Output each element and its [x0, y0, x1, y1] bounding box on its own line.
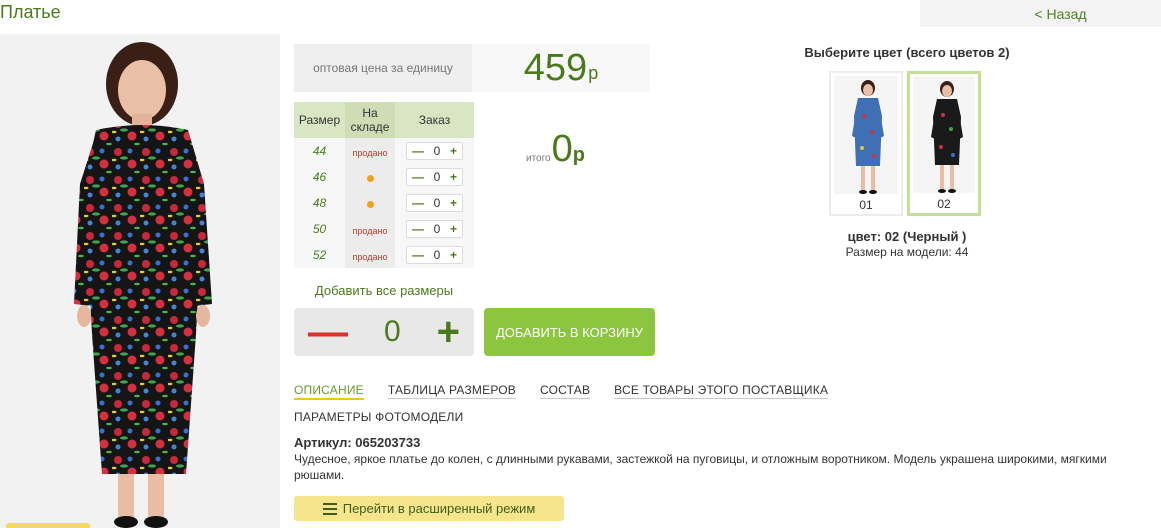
in-stock-dot-icon [366, 174, 374, 182]
tab-composition[interactable]: СОСТАВ [540, 383, 591, 399]
photo-badge [6, 523, 90, 528]
size-qty-minus-button[interactable]: — [412, 196, 424, 210]
sizes-table: Размер На складе Заказ 44 продано — 0 +46 — 0 +… [294, 102, 474, 268]
list-icon [322, 502, 337, 515]
size-row: 52 продано — 0 + [294, 242, 474, 268]
stock-status-sold: продано [345, 242, 395, 268]
stock-status-sold: продано [345, 138, 395, 164]
order-total: итого 0 р [526, 128, 585, 171]
order-cell: — 0 + [395, 242, 474, 268]
size-qty-value[interactable]: 0 [434, 222, 441, 236]
quantity-stepper: — 0 + [294, 308, 474, 356]
sold-label: продано [352, 251, 388, 262]
size-qty-minus-button[interactable]: — [412, 222, 424, 236]
add-to-cart-button[interactable]: ДОБАВИТЬ В КОРЗИНУ [484, 308, 655, 356]
size-qty-stepper: — 0 + [406, 168, 463, 186]
quantity-value[interactable]: 0 [384, 315, 401, 349]
colors-title: Выберите цвет (всего цветов 2) [804, 45, 1010, 60]
size-qty-value[interactable]: 0 [434, 248, 441, 262]
size-qty-minus-button[interactable]: — [412, 170, 424, 184]
sold-label: продано [352, 225, 388, 236]
color-swatch-01[interactable]: 01 [829, 71, 903, 216]
product-tabs: ОПИСАНИЕ ТАБЛИЦА РАЗМЕРОВ СОСТАВ ВСЕ ТОВ… [294, 378, 894, 430]
size-value: 52 [294, 242, 345, 268]
total-currency: р [572, 144, 585, 166]
article-number: Артикул: 065203733 [294, 435, 421, 450]
size-qty-plus-button[interactable]: + [450, 222, 457, 236]
size-qty-stepper: — 0 + [406, 142, 463, 160]
tabs-row-1: ОПИСАНИЕ ТАБЛИЦА РАЗМЕРОВ СОСТАВ ВСЕ ТОВ… [294, 378, 894, 404]
quantity-plus-button[interactable]: + [437, 312, 460, 352]
size-qty-value[interactable]: 0 [434, 196, 441, 210]
product-description: Чудесное, яркое платье до колен, с длинн… [294, 452, 1107, 482]
total-label: итого [526, 153, 551, 164]
back-link[interactable]: < Назад [920, 0, 1161, 27]
color-swatch-02[interactable]: 02 [907, 71, 981, 216]
size-row: 50 продано — 0 + [294, 216, 474, 242]
add-all-sizes-link[interactable]: Добавить все размеры [294, 283, 474, 298]
size-qty-stepper: — 0 + [406, 246, 463, 264]
product-photo[interactable] [0, 34, 280, 528]
price-label: оптовая цена за единицу [294, 44, 472, 92]
swatch-image-02 [913, 77, 975, 193]
tab-all-supplier-items[interactable]: ВСЕ ТОВАРЫ ЭТОГО ПОСТАВЩИКА [614, 383, 829, 399]
model-size: Размер на модели: 44 [845, 245, 969, 259]
header-size: Размер [294, 102, 345, 138]
size-qty-plus-button[interactable]: + [450, 248, 457, 262]
in-stock-dot-icon [366, 200, 374, 208]
selected-color-name: цвет: 02 (Черный ) [847, 229, 967, 244]
swatch-label-02: 02 [937, 197, 951, 211]
extended-mode-button[interactable]: Перейти в расширенный режим [294, 496, 564, 521]
sold-label: продано [352, 147, 388, 158]
header-order: Заказ [395, 102, 474, 138]
stock-status-available [345, 190, 395, 216]
header-stock: На складе [345, 102, 395, 138]
page-title: Платье [0, 2, 61, 22]
size-qty-plus-button[interactable]: + [450, 170, 457, 184]
swatch-label-01: 01 [859, 198, 873, 212]
order-cell: — 0 + [395, 216, 474, 242]
size-value: 48 [294, 190, 345, 216]
swatch-image-01 [834, 76, 898, 194]
stock-status-sold: продано [345, 216, 395, 242]
size-row: 44 продано — 0 + [294, 138, 474, 164]
size-value: 50 [294, 216, 345, 242]
stock-status-available [345, 164, 395, 190]
tab-model-params[interactable]: ПАРАМЕТРЫ ФОТОМОДЕЛИ [294, 410, 463, 425]
size-qty-stepper: — 0 + [406, 220, 463, 238]
size-row: 48 — 0 + [294, 190, 474, 216]
quantity-minus-button[interactable]: — [308, 312, 348, 352]
extended-mode-label: Перейти в расширенный режим [342, 501, 536, 516]
price-box: оптовая цена за единицу 459 р [294, 44, 650, 92]
total-value: 0 [551, 128, 573, 170]
size-value: 44 [294, 138, 345, 164]
size-qty-value[interactable]: 0 [434, 144, 441, 158]
order-cell: — 0 + [395, 164, 474, 190]
tab-size-chart[interactable]: ТАБЛИЦА РАЗМЕРОВ [387, 383, 517, 399]
price-number: 459 [523, 46, 588, 89]
size-value: 46 [294, 164, 345, 190]
size-qty-stepper: — 0 + [406, 194, 463, 212]
price-currency: р [588, 63, 599, 83]
order-cell: — 0 + [395, 138, 474, 164]
size-row: 46 — 0 + [294, 164, 474, 190]
size-qty-value[interactable]: 0 [434, 170, 441, 184]
size-qty-plus-button[interactable]: + [450, 196, 457, 210]
size-qty-plus-button[interactable]: + [450, 144, 457, 158]
size-qty-minus-button[interactable]: — [412, 248, 424, 262]
order-cell: — 0 + [395, 190, 474, 216]
tab-description[interactable]: ОПИСАНИЕ [294, 383, 364, 400]
tabs-row-2: ПАРАМЕТРЫ ФОТОМОДЕЛИ [294, 404, 894, 430]
price-value: 459 р [472, 44, 650, 92]
dress-model-image [74, 42, 212, 528]
size-qty-minus-button[interactable]: — [412, 144, 424, 158]
